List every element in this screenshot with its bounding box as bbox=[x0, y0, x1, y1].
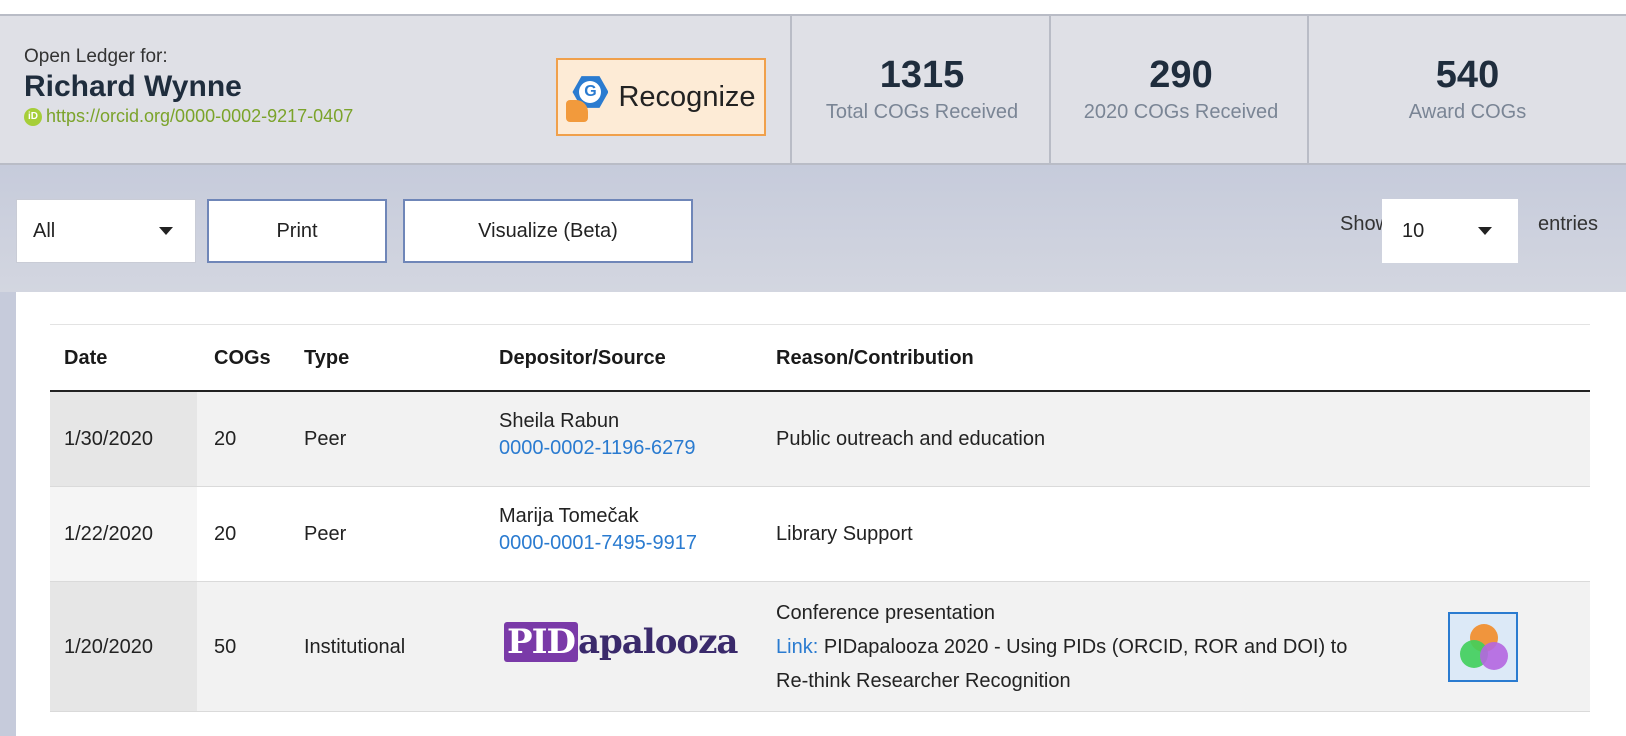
row-type: Peer bbox=[304, 523, 347, 545]
row-reason: Library Support bbox=[776, 523, 913, 545]
depositor-name: Sheila Rabun bbox=[499, 410, 620, 432]
table-row: 1/22/2020 20 Peer Marija Tomečak 0000-00… bbox=[50, 487, 1590, 582]
entries-select[interactable]: 10 bbox=[1382, 199, 1518, 263]
filter-value: All bbox=[33, 219, 56, 242]
depositor-orcid-link[interactable]: 0000-0001-7495-9917 bbox=[499, 532, 697, 555]
reason-link-line: Link: PIDapalooza 2020 - Using PIDs (ORC… bbox=[776, 630, 1416, 664]
owner-info: Open Ledger for: Richard Wynne iD https:… bbox=[24, 46, 353, 127]
row-depositor: Sheila Rabun 0000-0002-1196-6279 bbox=[499, 410, 695, 460]
ledger-header: Open Ledger for: Richard Wynne iD https:… bbox=[0, 14, 1626, 165]
row-date: 1/20/2020 bbox=[64, 636, 153, 658]
entries-value: 10 bbox=[1402, 219, 1425, 242]
caret-down-icon bbox=[159, 227, 173, 235]
row-date: 1/30/2020 bbox=[64, 428, 153, 450]
contribution-visual-icon[interactable] bbox=[1448, 612, 1518, 682]
row-reason: Public outreach and education bbox=[776, 428, 1046, 450]
column-header-type[interactable]: Type bbox=[304, 347, 349, 370]
top-strip bbox=[0, 0, 1626, 14]
print-button[interactable]: Print bbox=[207, 199, 387, 263]
reason-text-cont: Re-think Researcher Recognition bbox=[776, 670, 1071, 692]
stat-caption: Award COGs bbox=[1408, 101, 1527, 123]
row-cogs: 20 bbox=[214, 428, 237, 450]
row-cogs: 50 bbox=[214, 636, 237, 658]
caret-down-icon bbox=[1478, 227, 1492, 235]
stat-caption: 2020 COGs Received bbox=[1083, 101, 1279, 123]
row-type: Institutional bbox=[304, 636, 406, 658]
row-depositor: Marija Tomečak 0000-0001-7495-9917 bbox=[499, 505, 697, 555]
recognize-label: Recognize bbox=[618, 80, 756, 113]
depositor-orcid-link[interactable]: 0000-0002-1196-6279 bbox=[499, 437, 695, 460]
stat-total-cogs: 1315 Total COGs Received bbox=[790, 16, 1052, 163]
reason-link-label[interactable]: Link: bbox=[776, 636, 818, 658]
ledger-table-panel: Date COGs Type Depositor/Source Reason/C… bbox=[16, 292, 1626, 736]
recognize-icon: G bbox=[566, 72, 610, 122]
table-header: Date COGs Type Depositor/Source Reason/C… bbox=[50, 325, 1590, 392]
stat-value: 1315 bbox=[879, 54, 965, 96]
orcid-line: iD https://orcid.org/0000-0002-9217-0407 bbox=[24, 106, 353, 127]
stat-2020-cogs: 290 2020 COGs Received bbox=[1049, 16, 1311, 163]
table-row: 1/20/2020 50 Institutional PIDapalooza C… bbox=[50, 582, 1590, 712]
recognize-button[interactable]: G Recognize bbox=[556, 58, 766, 136]
reason-link-text: PIDapalooza 2020 - Using PIDs (ORCID, RO… bbox=[823, 636, 1348, 658]
row-reason: Conference presentation Link: PIDapalooz… bbox=[776, 596, 1416, 698]
orcid-link[interactable]: https://orcid.org/0000-0002-9217-0407 bbox=[46, 106, 353, 127]
stat-caption: Total COGs Received bbox=[825, 101, 1019, 123]
ledger-controls: All Print Visualize (Beta) Show 10 entri… bbox=[0, 165, 1626, 292]
filter-select[interactable]: All bbox=[16, 199, 196, 263]
column-header-reason[interactable]: Reason/Contribution bbox=[776, 347, 974, 370]
depositor-name: Marija Tomečak bbox=[499, 505, 639, 527]
row-date: 1/22/2020 bbox=[64, 523, 153, 545]
stat-award-cogs: 540 Award COGs bbox=[1307, 16, 1626, 163]
column-header-depositor[interactable]: Depositor/Source bbox=[499, 347, 666, 370]
column-header-date[interactable]: Date bbox=[64, 347, 107, 370]
ledger-table: Date COGs Type Depositor/Source Reason/C… bbox=[50, 324, 1590, 712]
column-header-cogs[interactable]: COGs bbox=[214, 347, 271, 370]
stat-value: 290 bbox=[1149, 54, 1213, 96]
owner-name: Richard Wynne bbox=[24, 70, 242, 103]
row-type: Peer bbox=[304, 428, 347, 450]
table-row: 1/30/2020 20 Peer Sheila Rabun 0000-0002… bbox=[50, 392, 1590, 487]
owner-label: Open Ledger for: bbox=[24, 46, 168, 67]
pidapalooza-logo: PIDapalooza bbox=[504, 622, 738, 662]
visualize-button[interactable]: Visualize (Beta) bbox=[403, 199, 693, 263]
row-cogs: 20 bbox=[214, 523, 237, 545]
reason-text: Conference presentation bbox=[776, 602, 996, 624]
orcid-icon: iD bbox=[24, 107, 42, 126]
entries-label: entries bbox=[1538, 213, 1599, 235]
stat-value: 540 bbox=[1435, 54, 1500, 96]
